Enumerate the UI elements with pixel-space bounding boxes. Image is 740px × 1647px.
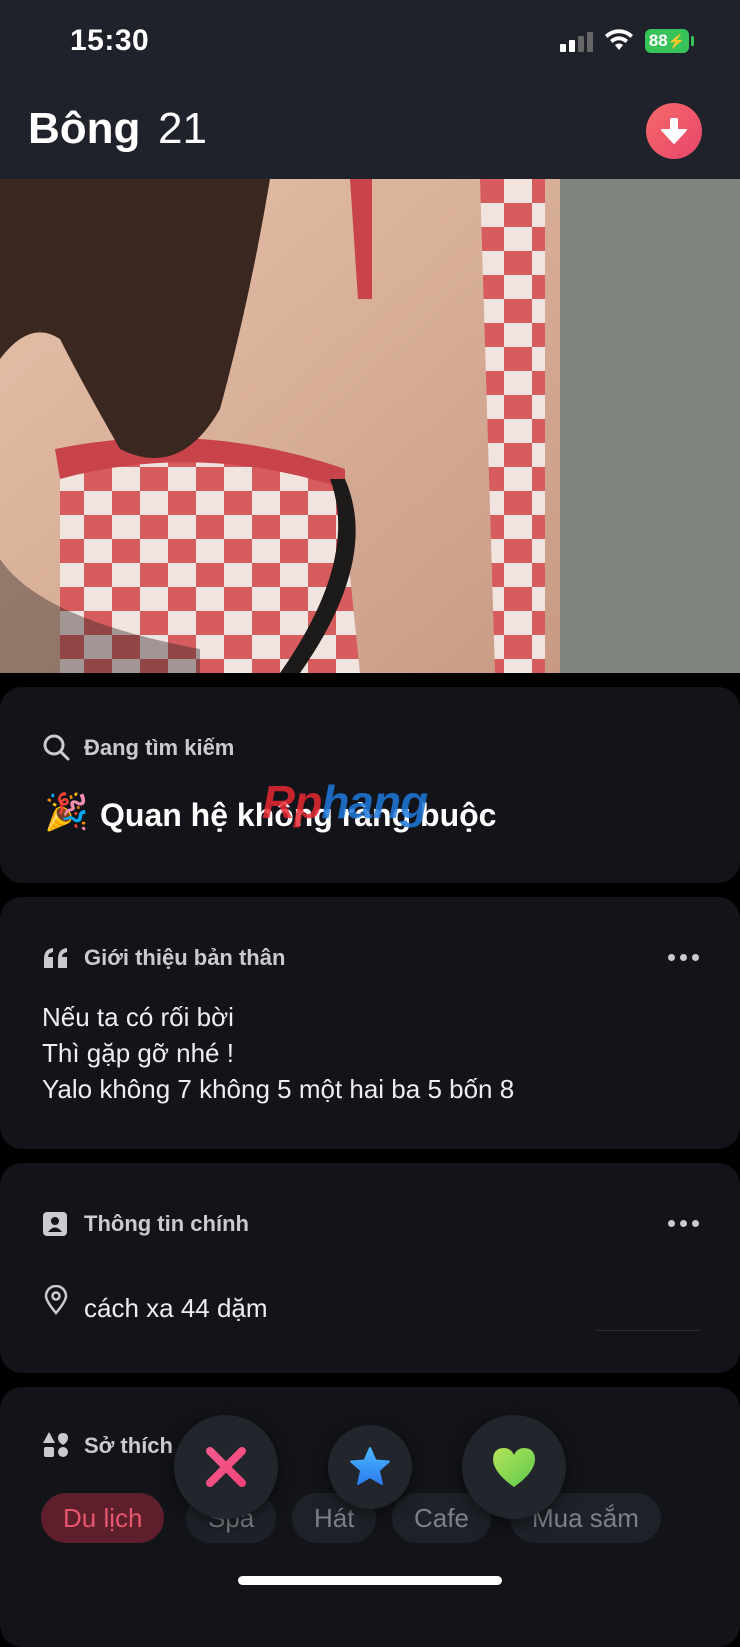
looking-for-title: Đang tìm kiếm: [84, 735, 235, 760]
super-like-button[interactable]: [328, 1425, 412, 1509]
watermark-logo: Rphang: [262, 776, 428, 828]
interest-chip-travel[interactable]: Du lịch: [41, 1493, 165, 1543]
bio-line: Thì gặp gỡ nhé !: [42, 1038, 234, 1068]
basics-title: Thông tin chính: [84, 1211, 249, 1236]
close-icon: [206, 1447, 246, 1487]
quote-icon: [44, 948, 67, 968]
battery-cap: [691, 36, 694, 46]
like-button[interactable]: [462, 1415, 566, 1519]
bio-card: Giới thiệu bản thân Nếu ta có rối bời Th…: [0, 897, 740, 1149]
party-popper-icon: 🎉: [44, 791, 89, 832]
interests-title: Sở thích: [84, 1433, 173, 1458]
battery-level: 88: [648, 31, 668, 50]
bio-more-button[interactable]: [668, 954, 699, 961]
profile-photo[interactable]: [0, 179, 740, 673]
interests-icon: [43, 1432, 68, 1457]
location-pin-icon: [44, 1285, 68, 1315]
basics-card: Thông tin chính cách xa 44 dặm: [0, 1163, 740, 1373]
looking-for-card: Đang tìm kiếm 🎉 Quan hệ không ràng buộc …: [0, 687, 740, 883]
home-indicator[interactable]: [238, 1576, 502, 1585]
bio-line: Nếu ta có rối bời: [42, 1002, 234, 1032]
cellular-signal-icon: [560, 32, 593, 52]
profile-card-icon: [43, 1212, 67, 1236]
collapse-profile-button[interactable]: [646, 103, 702, 159]
status-bar: 15:30 88⚡: [0, 0, 740, 84]
profile-header: Bông 21: [0, 84, 740, 179]
bio-line: Yalo không 7 không 5 một hai ba 5 bốn 8: [42, 1074, 515, 1104]
distance-text: cách xa 44 dặm: [84, 1293, 268, 1323]
divider: [596, 1330, 700, 1331]
bio-title: Giới thiệu bản thân: [84, 945, 286, 970]
status-time: 15:30: [70, 24, 150, 57]
basics-more-button[interactable]: [668, 1220, 699, 1227]
profile-age: 21: [158, 104, 207, 153]
profile-photo-illustration: [0, 179, 740, 673]
nope-button[interactable]: [174, 1415, 278, 1519]
star-icon: [350, 1447, 390, 1485]
heart-icon: [493, 1448, 535, 1487]
wifi-icon: [605, 29, 633, 50]
search-icon: [43, 734, 70, 761]
profile-name: Bông: [28, 104, 141, 153]
arrow-down-icon: [661, 118, 687, 144]
battery-icon: 88⚡: [645, 29, 689, 53]
